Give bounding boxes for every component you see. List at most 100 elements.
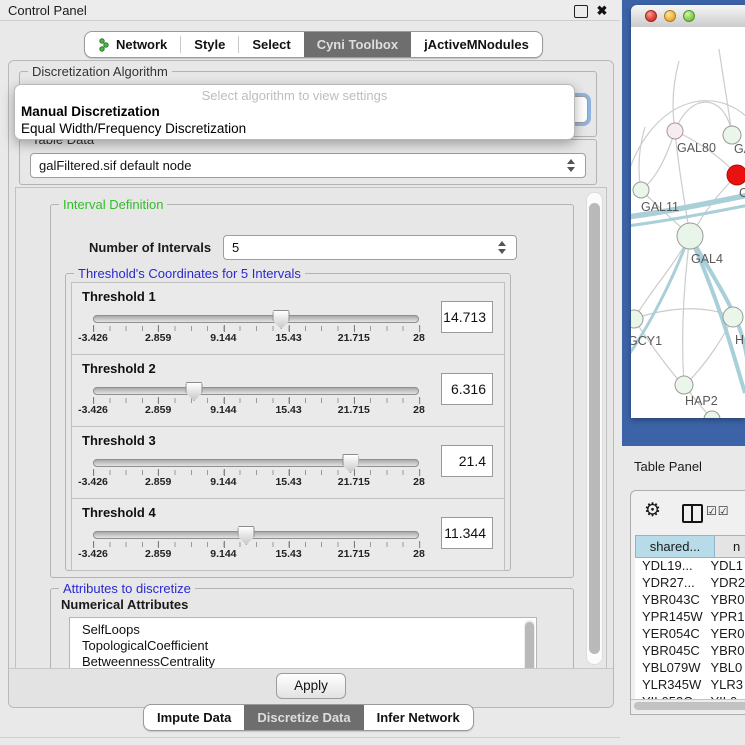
threshold-4-slider[interactable]: -3.4262.8599.14415.4321.71528 [93, 531, 419, 561]
number-of-intervals-label: Number of Intervals [89, 235, 211, 260]
svg-text:HAP2: HAP2 [685, 394, 718, 408]
list-item[interactable]: TopologicalCoefficient [70, 638, 536, 654]
network-node[interactable] [723, 307, 743, 327]
table-rows: YDL19...YDL1 YDR27...YDR2 YBR043CYBR0 YP… [635, 558, 745, 699]
column-header-name[interactable]: n [715, 535, 745, 558]
number-of-intervals-spinner[interactable]: 5 [223, 235, 517, 260]
threshold-3-row: Threshold 3 -3.4262.8599.14415.4321.7152… [71, 426, 505, 499]
settings-scroll-region: Interval Definition Number of Intervals … [15, 187, 607, 670]
threshold-1-value-field[interactable]: 14.713 [441, 301, 493, 333]
numerical-attributes-label: Numerical Attributes [61, 597, 188, 612]
table-panel-titlebar: Table Panel [620, 446, 745, 486]
algorithm-dropdown-popup: Select algorithm to view settings Manual… [14, 84, 575, 140]
network-node-gal80[interactable] [667, 123, 683, 139]
select-columns-checkboxes-icon[interactable]: ☑☑ [706, 504, 730, 518]
network-node-gal4[interactable] [677, 223, 703, 249]
threshold-2-value-field[interactable]: 6.316 [441, 373, 493, 405]
slider-tick-labels: -3.4262.8599.14415.4321.71528 [93, 404, 419, 416]
threshold-3-value-field[interactable]: 21.4 [441, 445, 493, 477]
apply-strip: Apply [9, 668, 613, 707]
tab-style[interactable]: Style [181, 32, 238, 57]
svg-text:C: C [739, 186, 745, 200]
table-row[interactable]: YER054CYER0 [635, 626, 745, 643]
table-data-combobox[interactable]: galFiltered.sif default node [30, 153, 586, 178]
minimize-traffic-light-icon[interactable] [664, 10, 676, 22]
network-icon [98, 38, 111, 52]
spinner-arrows-icon [567, 159, 577, 172]
network-node-gcy1[interactable] [631, 310, 643, 328]
list-scrollbar[interactable] [524, 620, 535, 670]
network-node-hap2[interactable] [675, 376, 693, 394]
table-panel-title: Table Panel [634, 459, 702, 474]
apply-button[interactable]: Apply [276, 673, 346, 699]
table-row[interactable]: YDL19...YDL1 [635, 558, 745, 575]
columns-icon[interactable] [682, 504, 703, 523]
cyni-toolbox-panel: Discretization Algorithm Select algorith… [8, 60, 614, 708]
network-window[interactable]: GAL80 GA C GAL11 GAL4 GCY1 H HAP2 [631, 5, 745, 418]
number-of-intervals-value: 5 [232, 240, 239, 255]
gear-icon[interactable]: ⚙ [644, 499, 661, 522]
attributes-group: Attributes to discretize Numerical Attri… [50, 588, 574, 670]
float-window-icon[interactable] [574, 5, 588, 18]
threshold-2-slider[interactable]: -3.4262.8599.14415.4321.71528 [93, 387, 419, 417]
tab-impute-data-label: Impute Data [157, 710, 231, 725]
table-row[interactable]: YBR045CYBR0 [635, 643, 745, 660]
tab-style-label: Style [194, 37, 225, 52]
panel-bottom-edge [0, 737, 620, 738]
attributes-group-title: Attributes to discretize [59, 581, 195, 596]
table-header-row: shared... n [631, 535, 745, 558]
table-row[interactable]: YPR145WYPR1 [635, 609, 745, 626]
network-node-selected-red[interactable] [727, 165, 745, 185]
slider-track[interactable] [93, 315, 419, 323]
slider-ticks [93, 470, 419, 475]
network-node-gal11[interactable] [633, 182, 649, 198]
network-window-titlebar[interactable] [631, 5, 745, 28]
threshold-3-label: Threshold 3 [82, 433, 156, 448]
tab-jactivemnodules[interactable]: jActiveMNodules [411, 32, 542, 57]
tab-impute-data[interactable]: Impute Data [144, 705, 244, 730]
network-canvas[interactable]: GAL80 GA C GAL11 GAL4 GCY1 H HAP2 [631, 27, 745, 418]
close-icon[interactable]: ✖ [596, 5, 608, 16]
list-item[interactable]: SelfLoops [70, 618, 536, 638]
table-data-selected: galFiltered.sif default node [39, 158, 191, 173]
tab-infer-network[interactable]: Infer Network [364, 705, 473, 730]
table-row[interactable]: YBR043CYBR0 [635, 592, 745, 609]
tab-cyni-toolbox-label: Cyni Toolbox [317, 37, 398, 52]
threshold-3-slider[interactable]: -3.4262.8599.14415.4321.71528 [93, 459, 419, 489]
algorithm-option-equal-width[interactable]: Equal Width/Frequency Discretization [21, 121, 246, 136]
thresholds-group: Threshold's Coordinates for 5 Intervals … [65, 273, 511, 571]
slider-track[interactable] [93, 387, 419, 395]
vertical-scrollbar[interactable] [586, 192, 603, 665]
table-data-group: Table Data galFiltered.sif default node [19, 139, 597, 185]
threshold-1-label: Threshold 1 [82, 289, 156, 304]
interval-definition-group: Interval Definition Number of Intervals … [50, 204, 574, 578]
threshold-4-row: Threshold 4 -3.4262.8599.14415.4321.7152… [71, 498, 505, 571]
horizontal-scrollbar[interactable] [631, 699, 745, 713]
threshold-2-label: Threshold 2 [82, 361, 156, 376]
svg-text:GAL11: GAL11 [641, 200, 679, 214]
threshold-2-row: Threshold 2 -3.4262.8599.14415.4321.7152… [71, 354, 505, 427]
numerical-attributes-list[interactable]: SelfLoops TopologicalCoefficient Between… [69, 617, 537, 670]
network-nodes[interactable] [631, 123, 745, 418]
threshold-4-value-field[interactable]: 11.344 [441, 517, 493, 549]
algorithm-hint: Select algorithm to view settings [15, 88, 574, 103]
threshold-4-label: Threshold 4 [82, 505, 156, 520]
table-row[interactable]: YBL079WYBL0 [635, 660, 745, 677]
threshold-1-slider[interactable]: -3.4262.8599.14415.4321.71528 [93, 315, 419, 345]
table-row[interactable]: YDR27...YDR2 [635, 575, 745, 592]
close-traffic-light-icon[interactable] [645, 10, 657, 22]
slider-track[interactable] [93, 459, 419, 467]
algorithm-option-manual[interactable]: Manual Discretization [21, 104, 160, 119]
svg-text:GCY1: GCY1 [631, 334, 662, 348]
slider-track[interactable] [93, 531, 419, 539]
tab-discretize-data[interactable]: Discretize Data [244, 705, 363, 730]
tab-cyni-toolbox[interactable]: Cyni Toolbox [304, 32, 411, 57]
table-row[interactable]: YLR345WYLR3 [635, 677, 745, 694]
slider-ticks [93, 398, 419, 403]
tab-network[interactable]: Network [85, 32, 180, 57]
tab-select[interactable]: Select [239, 32, 303, 57]
zoom-traffic-light-icon[interactable] [683, 10, 695, 22]
column-header-shared-name[interactable]: shared... [635, 535, 715, 558]
screen: Control Panel ✖ Network [0, 0, 745, 745]
slider-tick-labels: -3.4262.8599.14415.4321.71528 [93, 332, 419, 344]
